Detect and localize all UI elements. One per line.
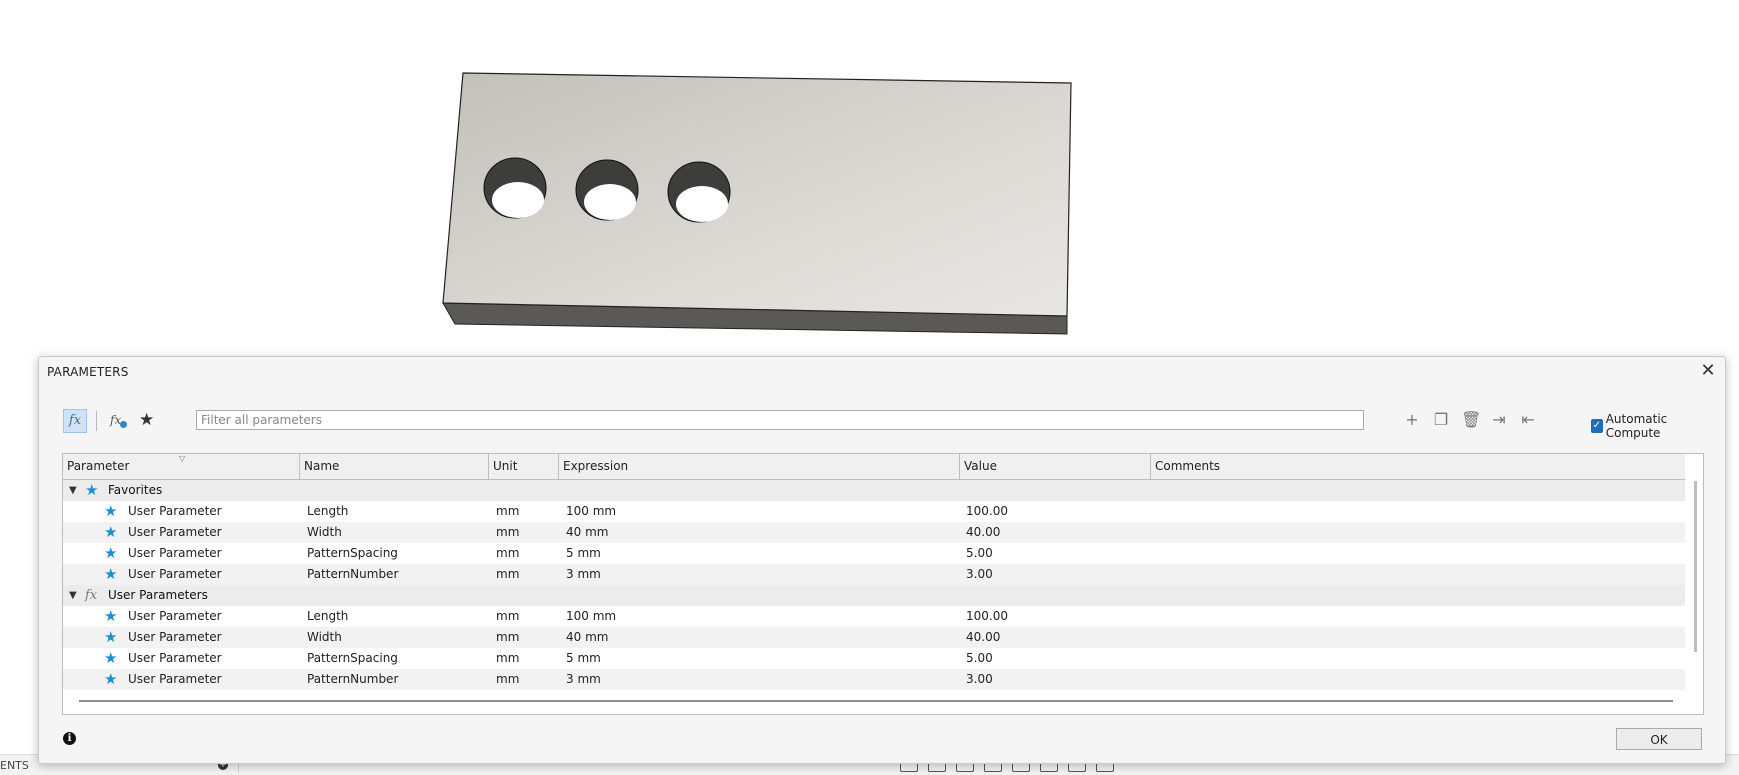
close-icon[interactable]: ✕ [1699, 362, 1717, 380]
copy-parameter-icon[interactable]: ❐ [1432, 409, 1450, 431]
cell-name[interactable]: PatternSpacing [307, 648, 398, 669]
cell-unit[interactable]: mm [496, 606, 519, 627]
cell-value: 3.00 [966, 672, 993, 686]
divider [96, 411, 97, 431]
star-icon[interactable]: ★ [104, 606, 117, 627]
favorites-star-icon[interactable]: ★ [139, 409, 154, 431]
table-row[interactable]: ★ User Parameter PatternNumber mm 3 mm 3… [63, 669, 1685, 690]
group-row-favorites[interactable]: ▼ ★ Favorites [63, 480, 1685, 501]
cell-expression[interactable]: 5 mm [566, 543, 601, 564]
parameter-actions: + ❐ 🗑 ⇥ ⇤ [1403, 409, 1537, 431]
star-icon[interactable]: ★ [104, 564, 117, 585]
cell-parameter: User Parameter [128, 672, 222, 686]
cell-value: 5.00 [966, 546, 993, 560]
column-header-unit[interactable]: Unit [489, 454, 559, 479]
chevron-down-icon[interactable]: ▼ [69, 585, 77, 606]
cell-unit[interactable]: mm [496, 564, 519, 585]
cell-value: 40.00 [966, 630, 1001, 644]
cell-parameter: User Parameter [128, 651, 222, 665]
column-header-name[interactable]: Name [300, 454, 489, 479]
ok-button[interactable]: OK [1616, 728, 1702, 750]
cell-value: 40.00 [966, 525, 1001, 539]
cell-unit[interactable]: mm [496, 648, 519, 669]
star-icon[interactable]: ★ [104, 627, 117, 648]
browser-panel-label[interactable]: ENTS [0, 759, 29, 772]
table-row[interactable]: ★ User Parameter Length mm 100 mm 100.00 [63, 606, 1685, 627]
cell-unit[interactable]: mm [496, 501, 519, 522]
cell-parameter: User Parameter [128, 504, 222, 518]
automatic-compute-label: Automatic Compute [1605, 412, 1668, 440]
cell-expression[interactable]: 40 mm [566, 522, 608, 543]
cell-value: 100.00 [966, 504, 1008, 518]
cell-name[interactable]: Width [307, 627, 342, 648]
hole-2 [575, 159, 639, 221]
cell-name[interactable]: Width [307, 522, 342, 543]
cell-value: 3.00 [966, 567, 993, 581]
add-parameter-icon[interactable]: + [1403, 409, 1421, 431]
parameters-table: Parameter ▽ Name Unit Expression Value C… [62, 453, 1704, 715]
column-header-expression[interactable]: Expression [559, 454, 960, 479]
cell-expression[interactable]: 3 mm [566, 669, 601, 690]
automatic-compute-toggle[interactable]: ✓ Automatic Compute [1591, 412, 1703, 440]
filter-input[interactable] [196, 410, 1364, 430]
star-icon[interactable]: ★ [104, 669, 117, 690]
star-icon: ★ [85, 481, 99, 499]
import-icon[interactable]: ⇥ [1490, 409, 1508, 431]
cell-expression[interactable]: 40 mm [566, 627, 608, 648]
delete-parameter-icon[interactable]: 🗑 [1461, 409, 1481, 431]
cell-expression[interactable]: 100 mm [566, 501, 616, 522]
table-row[interactable]: ★ User Parameter Width mm 40 mm 40.00 [63, 522, 1685, 543]
export-icon[interactable]: ⇤ [1519, 409, 1537, 431]
cell-unit[interactable]: mm [496, 669, 519, 690]
hole-1 [483, 157, 547, 219]
cell-parameter: User Parameter [128, 567, 222, 581]
star-icon[interactable]: ★ [104, 543, 117, 564]
cell-expression[interactable]: 5 mm [566, 648, 601, 669]
table-row[interactable]: ★ User Parameter Width mm 40 mm 40.00 [63, 627, 1685, 648]
group-label: Favorites [108, 483, 163, 497]
cell-expression[interactable]: 100 mm [566, 606, 616, 627]
column-header-value[interactable]: Value [960, 454, 1151, 479]
star-icon[interactable]: ★ [104, 522, 117, 543]
table-header: Parameter ▽ Name Unit Expression Value C… [63, 454, 1685, 480]
fx-icon: fx [85, 588, 98, 603]
hole-3 [667, 161, 731, 223]
dialog-title: PARAMETERS [47, 365, 129, 379]
cell-unit[interactable]: mm [496, 543, 519, 564]
cell-parameter: User Parameter [128, 525, 222, 539]
info-icon[interactable]: i [63, 732, 76, 745]
cell-parameter: User Parameter [128, 546, 222, 560]
table-row[interactable]: ★ User Parameter PatternSpacing mm 5 mm … [63, 648, 1685, 669]
group-label: User Parameters [108, 588, 208, 602]
table-row[interactable]: ★ User Parameter PatternNumber mm 3 mm 3… [63, 564, 1685, 585]
cell-name[interactable]: PatternNumber [307, 564, 398, 585]
star-icon[interactable]: ★ [104, 501, 117, 522]
horizontal-scrollbar[interactable] [79, 700, 1673, 702]
column-header-comments[interactable]: Comments [1151, 454, 1685, 479]
parameters-toolbar: fx fx ★ + ❐ 🗑 ⇥ ⇤ ✓ Automatic Compute [63, 409, 1703, 440]
parameters-dialog: PARAMETERS ✕ fx fx ★ + ❐ 🗑 ⇥ ⇤ ✓ Automat… [38, 356, 1726, 764]
star-icon[interactable]: ★ [104, 648, 117, 669]
vertical-scrollbar[interactable] [1694, 481, 1697, 652]
group-row-user-parameters[interactable]: ▼ fx User Parameters [63, 585, 1685, 606]
cell-name[interactable]: Length [307, 501, 348, 522]
cell-parameter: User Parameter [128, 630, 222, 644]
cell-name[interactable]: Length [307, 606, 348, 627]
checkbox-checked-icon[interactable]: ✓ [1591, 419, 1603, 433]
all-parameters-fx-icon[interactable]: fx [63, 409, 87, 433]
cell-expression[interactable]: 3 mm [566, 564, 601, 585]
cell-name[interactable]: PatternSpacing [307, 543, 398, 564]
chevron-down-icon[interactable]: ▼ [69, 480, 77, 501]
cell-value: 100.00 [966, 609, 1008, 623]
table-row[interactable]: ★ User Parameter PatternSpacing mm 5 mm … [63, 543, 1685, 564]
user-parameter-fx-icon[interactable]: fx [110, 409, 130, 431]
table-row[interactable]: ★ User Parameter Length mm 100 mm 100.00 [63, 501, 1685, 522]
cell-unit[interactable]: mm [496, 522, 519, 543]
sort-caret-icon: ▽ [179, 454, 186, 463]
cell-unit[interactable]: mm [496, 627, 519, 648]
cell-name[interactable]: PatternNumber [307, 669, 398, 690]
cell-parameter: User Parameter [128, 609, 222, 623]
cell-value: 5.00 [966, 651, 993, 665]
